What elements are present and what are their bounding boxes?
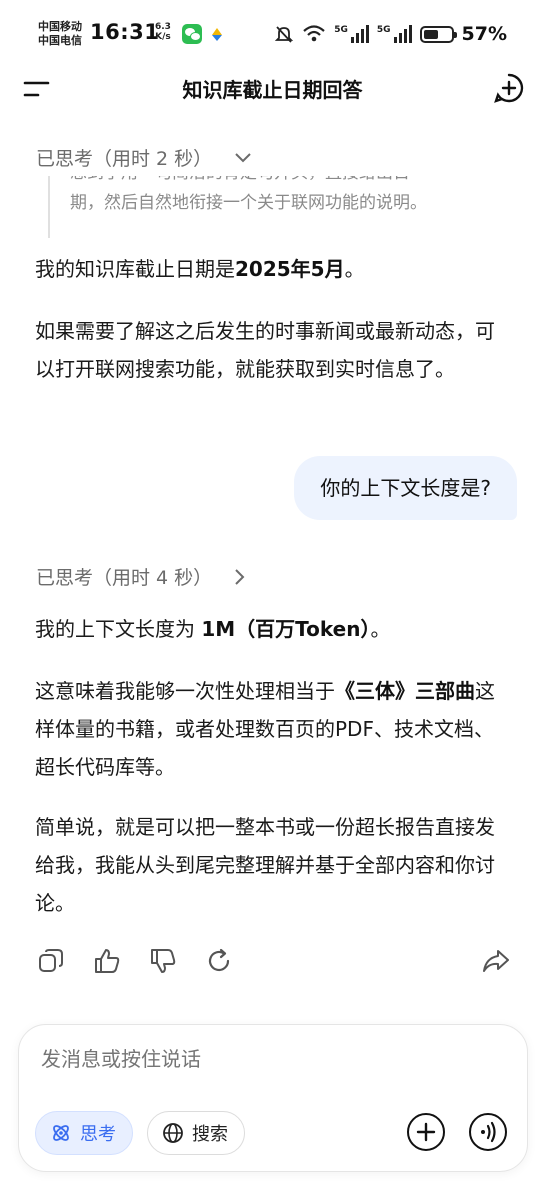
status-right: 5G 5G 57%: [274, 22, 507, 46]
answer-paragraph: 简单说，就是可以把一整本书或一份超长报告直接发给我，我能从头到尾完整理解并基于全…: [35, 815, 495, 915]
wifi-icon: [303, 25, 325, 42]
status-bar: 中国移动 中国电信 16:31 6.3 K/s 5G 5G 57%: [0, 0, 545, 64]
thumbs-down-icon[interactable]: [148, 946, 178, 976]
voice-call-button[interactable]: [469, 1113, 507, 1151]
answer-paragraph: 这意味着我能够一次性处理相当于《三体》三部曲这样体量的书籍，或者处理数百页的PD…: [35, 679, 495, 779]
chevron-right-icon: [235, 568, 245, 585]
voice-wave-icon: [481, 1121, 496, 1143]
thumbs-up-icon[interactable]: [92, 946, 122, 976]
battery-percent: 57%: [461, 23, 507, 45]
app-icon: [212, 28, 222, 41]
answer-paragraph: 我的知识库截止日期是2025年5月。: [35, 257, 365, 281]
think-toggle-button[interactable]: 思考: [35, 1111, 133, 1155]
add-attachment-button[interactable]: [407, 1113, 445, 1151]
answer-paragraph: 我的上下文长度为 1M（百万Token）。: [35, 617, 391, 641]
thought-label: 已思考（用时 4 秒）: [36, 567, 213, 589]
thought-label: 已思考（用时 2 秒）: [36, 148, 213, 170]
thought-excerpt: 想到了用一句简洁的肯定句开头，直接给出日 期，然后自然地衔接一个关于联网功能的说…: [48, 176, 518, 238]
think-label: 思考: [80, 1124, 116, 1145]
message-composer: 思考 搜索: [18, 1024, 528, 1172]
globe-icon: [163, 1123, 183, 1143]
search-toggle-button[interactable]: 搜索: [147, 1111, 245, 1155]
plus-icon: [416, 1122, 436, 1142]
user-message-bubble: 你的上下文长度是?: [294, 456, 517, 520]
carrier-2: 中国电信: [38, 34, 82, 47]
message-actions: [36, 946, 511, 978]
signal-icon-2: 5G: [377, 25, 412, 43]
answer-paragraph: 如果需要了解这之后发生的时事新闻或最新动态，可以打开联网搜索功能，就能获取到实时…: [35, 319, 495, 381]
net-speed: 6.3 K/s: [155, 22, 171, 42]
atom-icon: [53, 1125, 69, 1141]
carrier-info: 中国移动 中国电信: [38, 20, 82, 48]
battery-icon: [419, 25, 457, 43]
status-time: 16:31: [90, 20, 160, 44]
chevron-down-icon: [235, 152, 251, 162]
page-title: 知识库截止日期回答: [182, 78, 363, 102]
share-icon[interactable]: [481, 946, 511, 976]
mute-icon: [275, 26, 294, 43]
new-chat-icon[interactable]: [493, 72, 525, 104]
thought-toggle-1[interactable]: 已思考（用时 2 秒）: [36, 144, 252, 171]
thought-toggle-2[interactable]: 已思考（用时 4 秒）: [36, 563, 246, 590]
search-label: 搜索: [192, 1124, 228, 1145]
wechat-icon: [182, 24, 202, 44]
regenerate-icon[interactable]: [204, 946, 234, 976]
signal-icon: 5G: [334, 25, 369, 43]
message-input[interactable]: [41, 1047, 461, 1071]
carrier-1: 中国移动: [38, 20, 82, 33]
copy-icon[interactable]: [36, 946, 66, 976]
chat-header: 知识库截止日期回答: [0, 64, 545, 116]
